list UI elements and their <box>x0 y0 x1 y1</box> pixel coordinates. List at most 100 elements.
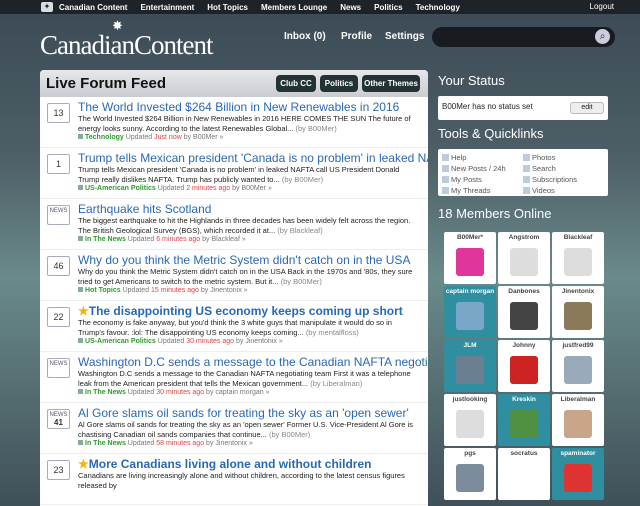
post-meta: In The News Updated 58 minutes ago by Ji… <box>78 440 428 447</box>
post-author[interactable]: (by B00Mer) <box>282 175 323 184</box>
videos-link[interactable]: Videos <box>523 185 604 196</box>
reply-count-badge: 23 <box>47 460 70 480</box>
post-title-link[interactable]: ★The disappointing US economy keeps comi… <box>78 304 428 318</box>
feed-post[interactable]: 23 ★More Canadians living alone and witho… <box>40 454 428 505</box>
new-posts-link[interactable]: New Posts / 24h <box>442 163 523 174</box>
post-title-link[interactable]: Earthquake hits Scotland <box>78 202 428 216</box>
top-link-technology[interactable]: Technology <box>416 3 460 12</box>
photos-link[interactable]: Photos <box>523 152 604 163</box>
settings-link[interactable]: Settings <box>385 31 424 42</box>
member-tile[interactable]: captain morgan <box>444 286 496 338</box>
member-tile[interactable]: Liberalman <box>552 394 604 446</box>
member-tile[interactable]: Blackleaf <box>552 232 604 284</box>
post-arrow-icon[interactable]: » <box>249 440 253 447</box>
member-avatar <box>510 464 538 492</box>
post-last-author[interactable]: by Jinentonix <box>206 440 247 447</box>
reply-count-badge: 46 <box>47 256 70 276</box>
post-arrow-icon[interactable]: » <box>266 389 270 396</box>
post-title-link[interactable]: ★More Canadians living alone and without… <box>78 457 428 471</box>
search-input[interactable]: ⌕ <box>432 27 615 47</box>
post-list: 13 The World Invested $264 Billion in New… <box>40 97 428 505</box>
top-link-politics[interactable]: Politics <box>374 3 402 12</box>
top-link-members-lounge[interactable]: Members Lounge <box>261 3 327 12</box>
post-last-author[interactable]: by B00Mer <box>184 134 218 141</box>
search-icon[interactable]: ⌕ <box>595 29 610 44</box>
inbox-link[interactable]: Inbox (0) <box>284 31 326 42</box>
search-link[interactable]: Search <box>523 163 604 174</box>
post-last-author[interactable]: by Jinentonix <box>236 338 277 345</box>
reply-count-badge: 22 <box>47 307 70 327</box>
feed-post[interactable]: 22 ★The disappointing US economy keeps co… <box>40 301 428 352</box>
member-tile[interactable]: JLM <box>444 340 496 392</box>
post-author[interactable]: (by B00Mer) <box>281 277 322 286</box>
member-tile[interactable]: spaminator <box>552 448 604 500</box>
post-arrow-icon[interactable]: » <box>242 236 246 243</box>
post-excerpt: The World Invested $264 Billion in New R… <box>78 114 411 133</box>
post-author[interactable]: (by B00Mer) <box>269 430 310 439</box>
category-icon <box>78 440 83 445</box>
news-badge-icon: NEWS <box>47 358 70 378</box>
member-tile[interactable]: Jinentonix <box>552 286 604 338</box>
post-arrow-icon[interactable]: » <box>279 338 283 345</box>
member-tile[interactable]: Kreskin <box>498 394 550 446</box>
post-title-link[interactable]: The World Invested $264 Billion in New R… <box>78 100 428 114</box>
logout-link[interactable]: Logout <box>590 2 614 11</box>
top-link-news[interactable]: News <box>340 3 361 12</box>
post-last-author[interactable]: by Blackleaf <box>202 236 240 243</box>
post-category[interactable]: In The News <box>85 440 126 447</box>
my-threads-icon <box>442 187 449 194</box>
post-title-link[interactable]: Al Gore slams oil sands for treating the… <box>78 406 428 420</box>
site-logo-icon[interactable]: ✦ <box>41 2 53 12</box>
post-arrow-icon[interactable]: » <box>268 185 272 192</box>
member-tile[interactable]: Danbones <box>498 286 550 338</box>
post-category[interactable]: Technology <box>85 134 124 141</box>
post-author[interactable]: (by Blackleaf) <box>277 226 322 235</box>
post-category[interactable]: US-American Politics <box>85 338 156 345</box>
post-title-link[interactable]: Why do you think the Metric System didn'… <box>78 253 428 267</box>
post-category[interactable]: In The News <box>85 236 126 243</box>
post-author[interactable]: (by Liberalman) <box>310 379 362 388</box>
post-arrow-icon[interactable]: » <box>244 287 248 294</box>
post-category[interactable]: Hot Topics <box>85 287 121 294</box>
top-link-hot-topics[interactable]: Hot Topics <box>207 3 248 12</box>
feed-post[interactable]: 13 The World Invested $264 Billion in New… <box>40 97 428 148</box>
help-link[interactable]: Help <box>442 152 523 163</box>
top-link-site[interactable]: Canadian Content <box>59 3 127 12</box>
post-title-link[interactable]: Washington D.C sends a message to the Ca… <box>78 355 428 369</box>
member-tile[interactable]: socratus <box>498 448 550 500</box>
feed-post[interactable]: 46 Why do you think the Metric System did… <box>40 250 428 301</box>
post-author[interactable]: (by B00Mer) <box>296 124 337 133</box>
post-last-author[interactable]: by Jinentonix <box>201 287 242 294</box>
post-category[interactable]: US-American Politics <box>85 185 156 192</box>
member-tile[interactable]: justlooking <box>444 394 496 446</box>
filter-politics-button[interactable]: Politics <box>320 75 358 92</box>
top-link-entertainment[interactable]: Entertainment <box>140 3 194 12</box>
feed-post[interactable]: NEWS Earthquake hits Scotland The biggest … <box>40 199 428 250</box>
my-threads-link[interactable]: My Threads <box>442 185 523 196</box>
post-last-author[interactable]: by captain morgan <box>206 389 264 396</box>
member-tile[interactable]: Johnny <box>498 340 550 392</box>
feed-post[interactable]: NEWS Washington D.C sends a message to th… <box>40 352 428 403</box>
post-last-author[interactable]: by B00Mer <box>232 185 266 192</box>
feed-post[interactable]: NEWS 41 Al Gore slams oil sands for treati… <box>40 403 428 454</box>
member-tile[interactable]: pgs <box>444 448 496 500</box>
post-author[interactable]: (by mentalfloss) <box>306 328 359 337</box>
filter-club-cc-button[interactable]: Club CC <box>276 75 316 92</box>
brand-logo[interactable]: ✸ CanadianContent <box>40 18 213 61</box>
photos-icon <box>523 154 530 161</box>
feed-post[interactable]: 1 Trump tells Mexican president 'Canada i… <box>40 148 428 199</box>
member-tile[interactable]: Angstrom <box>498 232 550 284</box>
post-title-link[interactable]: Trump tells Mexican president 'Canada is… <box>78 151 428 165</box>
member-tile[interactable]: B00Mer* <box>444 232 496 284</box>
post-category[interactable]: In The News <box>85 389 126 396</box>
edit-status-button[interactable]: edit <box>570 102 604 114</box>
member-avatar <box>456 302 484 330</box>
post-arrow-icon[interactable]: » <box>220 134 224 141</box>
filter-other-themes-button[interactable]: Other Themes <box>362 75 420 92</box>
member-name: Blackleaf <box>563 234 593 241</box>
my-posts-link[interactable]: My Posts <box>442 174 523 185</box>
profile-link[interactable]: Profile <box>341 31 372 42</box>
member-tile[interactable]: justfred99 <box>552 340 604 392</box>
subscriptions-link[interactable]: Subscriptions <box>523 174 604 185</box>
post-time-ago: 30 minutes ago <box>156 389 205 396</box>
